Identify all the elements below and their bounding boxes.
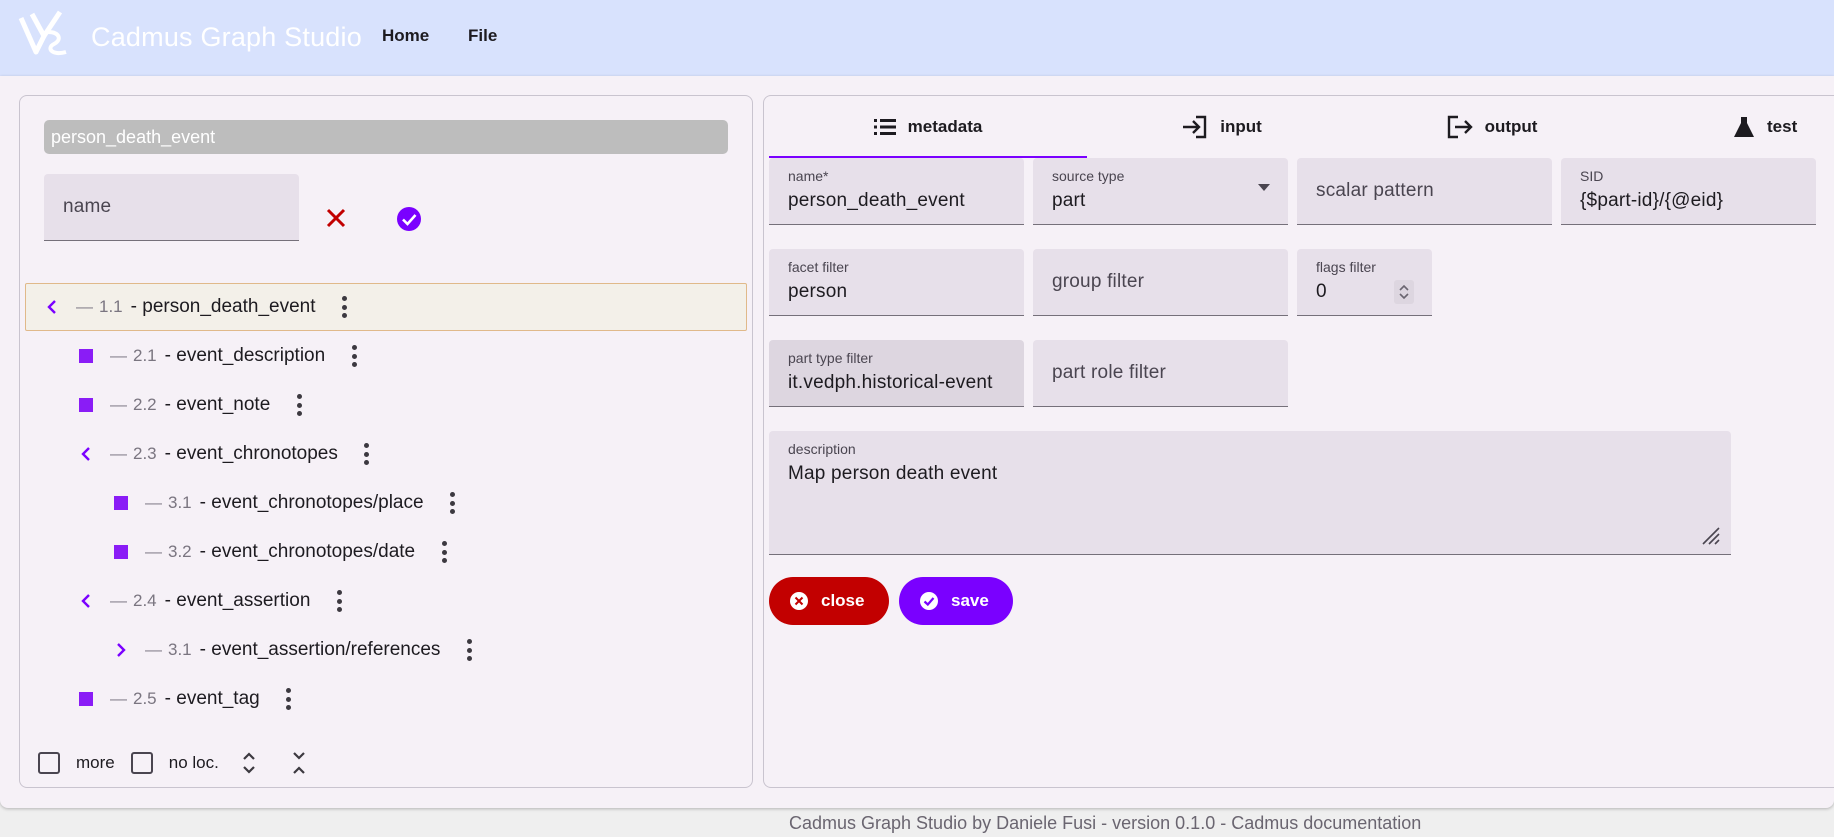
tab-test[interactable]: test xyxy=(1627,96,1834,158)
tree-node[interactable]: — 1.1 - person_death_event xyxy=(25,283,747,331)
square-icon xyxy=(76,395,96,415)
tree-node-number: 2.5 xyxy=(133,689,157,708)
chevron-left-icon[interactable] xyxy=(42,297,62,317)
chevron-right-icon[interactable] xyxy=(111,640,131,660)
footer-text: Cadmus Graph Studio by Daniele Fusi - ve… xyxy=(789,813,1422,833)
more-vert-icon[interactable] xyxy=(466,639,472,661)
more-checkbox[interactable] xyxy=(38,752,60,774)
tree-node-label: - event_chronotopes/date xyxy=(199,541,416,562)
expand-all-icon[interactable] xyxy=(241,750,257,776)
more-vert-icon[interactable] xyxy=(296,394,302,416)
tree-node-number: 1.1 xyxy=(99,297,123,316)
tree-node-number: 3.1 xyxy=(168,493,192,512)
name-filter-placeholder: name xyxy=(63,196,112,217)
mapping-tree-panel: person_death_event name — 1.1 - person_d… xyxy=(19,95,753,788)
tree-node[interactable]: — 2.4 - event_assertion xyxy=(76,577,342,625)
tree-node[interactable]: — 2.5 - event_tag xyxy=(76,675,292,723)
tree-node[interactable]: — 3.1 - event_assertion/references xyxy=(111,626,472,674)
app-title: Cadmus Graph Studio xyxy=(91,22,362,52)
tree-node-label: - event_chronotopes/place xyxy=(199,492,424,513)
tree-node-label: - event_tag xyxy=(164,688,260,709)
more-vert-icon[interactable] xyxy=(286,688,292,710)
close-button[interactable]: close xyxy=(769,577,889,625)
square-icon xyxy=(111,542,131,562)
apply-filter-icon[interactable] xyxy=(396,206,422,232)
tree-node-number: 3.1 xyxy=(168,640,192,659)
description-textarea[interactable]: description Map person death event xyxy=(769,431,1731,555)
selected-mapping-chip: person_death_event xyxy=(44,120,728,154)
more-vert-icon[interactable] xyxy=(450,492,456,514)
tab-test-label: test xyxy=(1767,117,1798,136)
tree-node[interactable]: — 2.2 - event_note xyxy=(76,381,302,429)
mapping-editor-panel: metadata input output test name* person_… xyxy=(763,95,1834,788)
list-icon xyxy=(873,119,896,135)
tab-output-label: output xyxy=(1484,117,1538,136)
name-filter-field[interactable]: name xyxy=(44,174,299,241)
no-loc-checkbox[interactable] xyxy=(130,752,153,774)
tree-node[interactable]: — 3.1 - event_chronotopes/place xyxy=(111,479,456,527)
scalar-pattern-field[interactable]: scalar pattern xyxy=(1297,158,1552,225)
tab-metadata[interactable]: metadata xyxy=(769,96,1087,158)
tree-node-number: 2.3 xyxy=(133,444,157,463)
chevron-left-icon[interactable] xyxy=(76,591,96,611)
clear-filter-icon[interactable] xyxy=(325,207,347,229)
logout-icon xyxy=(1447,115,1473,139)
login-icon xyxy=(1183,115,1207,139)
tab-input[interactable]: input xyxy=(1087,96,1357,158)
collapse-all-icon[interactable] xyxy=(291,750,307,776)
tree-node-number: 2.2 xyxy=(133,395,157,414)
tree-node-number: 2.4 xyxy=(133,591,157,610)
more-label: more xyxy=(76,753,115,772)
tree-node[interactable]: — 2.3 - event_chronotopes xyxy=(76,430,370,478)
more-vert-icon[interactable] xyxy=(364,443,370,465)
tree-node-label: - event_note xyxy=(164,394,271,415)
source-type-select[interactable]: source type part xyxy=(1033,158,1288,225)
cancel-icon xyxy=(790,592,808,610)
resize-handle-icon[interactable] xyxy=(1699,524,1721,546)
facet-filter-field[interactable]: facet filter person xyxy=(769,249,1024,316)
tree-toolbar: more no loc. xyxy=(38,748,307,778)
more-vert-icon[interactable] xyxy=(441,541,447,563)
nav-file-button[interactable]: File xyxy=(468,26,497,46)
tree-node-label: - person_death_event xyxy=(130,296,316,317)
flags-filter-field[interactable]: flags filter 0 xyxy=(1297,249,1432,316)
nav-home-button[interactable]: Home xyxy=(382,26,429,46)
square-icon xyxy=(111,493,131,513)
tree-node-label: - event_assertion xyxy=(164,590,311,611)
group-filter-field[interactable]: group filter xyxy=(1033,249,1288,316)
number-stepper-icon[interactable] xyxy=(1394,280,1414,304)
part-role-filter-field[interactable]: part role filter xyxy=(1033,340,1288,407)
more-vert-icon[interactable] xyxy=(336,590,342,612)
flask-icon xyxy=(1734,117,1754,137)
tree-node-label: - event_description xyxy=(164,345,326,366)
editor-tabs: metadata input output test xyxy=(769,96,1834,158)
tab-output[interactable]: output xyxy=(1357,96,1627,158)
tree-node-label: - event_assertion/references xyxy=(199,639,441,660)
name-field[interactable]: name* person_death_event xyxy=(769,158,1024,225)
square-icon xyxy=(76,689,96,709)
save-button[interactable]: save xyxy=(899,577,1013,625)
tree-node-number: 3.2 xyxy=(168,542,192,561)
tree-node-label: - event_chronotopes xyxy=(164,443,338,464)
tree-node[interactable]: — 3.2 - event_chronotopes/date xyxy=(111,528,447,576)
tab-metadata-label: metadata xyxy=(907,117,983,136)
app-logo-icon xyxy=(18,10,67,55)
main-area: person_death_event name — 1.1 - person_d… xyxy=(0,76,1834,808)
dropdown-arrow-icon xyxy=(1258,184,1270,191)
more-vert-icon[interactable] xyxy=(342,296,348,318)
tree-node[interactable]: — 2.1 - event_description xyxy=(76,332,357,380)
top-bar: Cadmus Graph Studio Home File xyxy=(0,0,1834,76)
chevron-left-icon[interactable] xyxy=(76,444,96,464)
sid-field[interactable]: SID {$part-id}/{@eid} xyxy=(1561,158,1816,225)
more-vert-icon[interactable] xyxy=(351,345,357,367)
tree-node-number: 2.1 xyxy=(133,346,157,365)
no-loc-label: no loc. xyxy=(168,753,219,772)
square-icon xyxy=(76,346,96,366)
check-circle-icon xyxy=(920,592,938,610)
tab-input-label: input xyxy=(1220,117,1262,136)
part-type-filter-field[interactable]: part type filter it.vedph.historical-eve… xyxy=(769,340,1024,407)
